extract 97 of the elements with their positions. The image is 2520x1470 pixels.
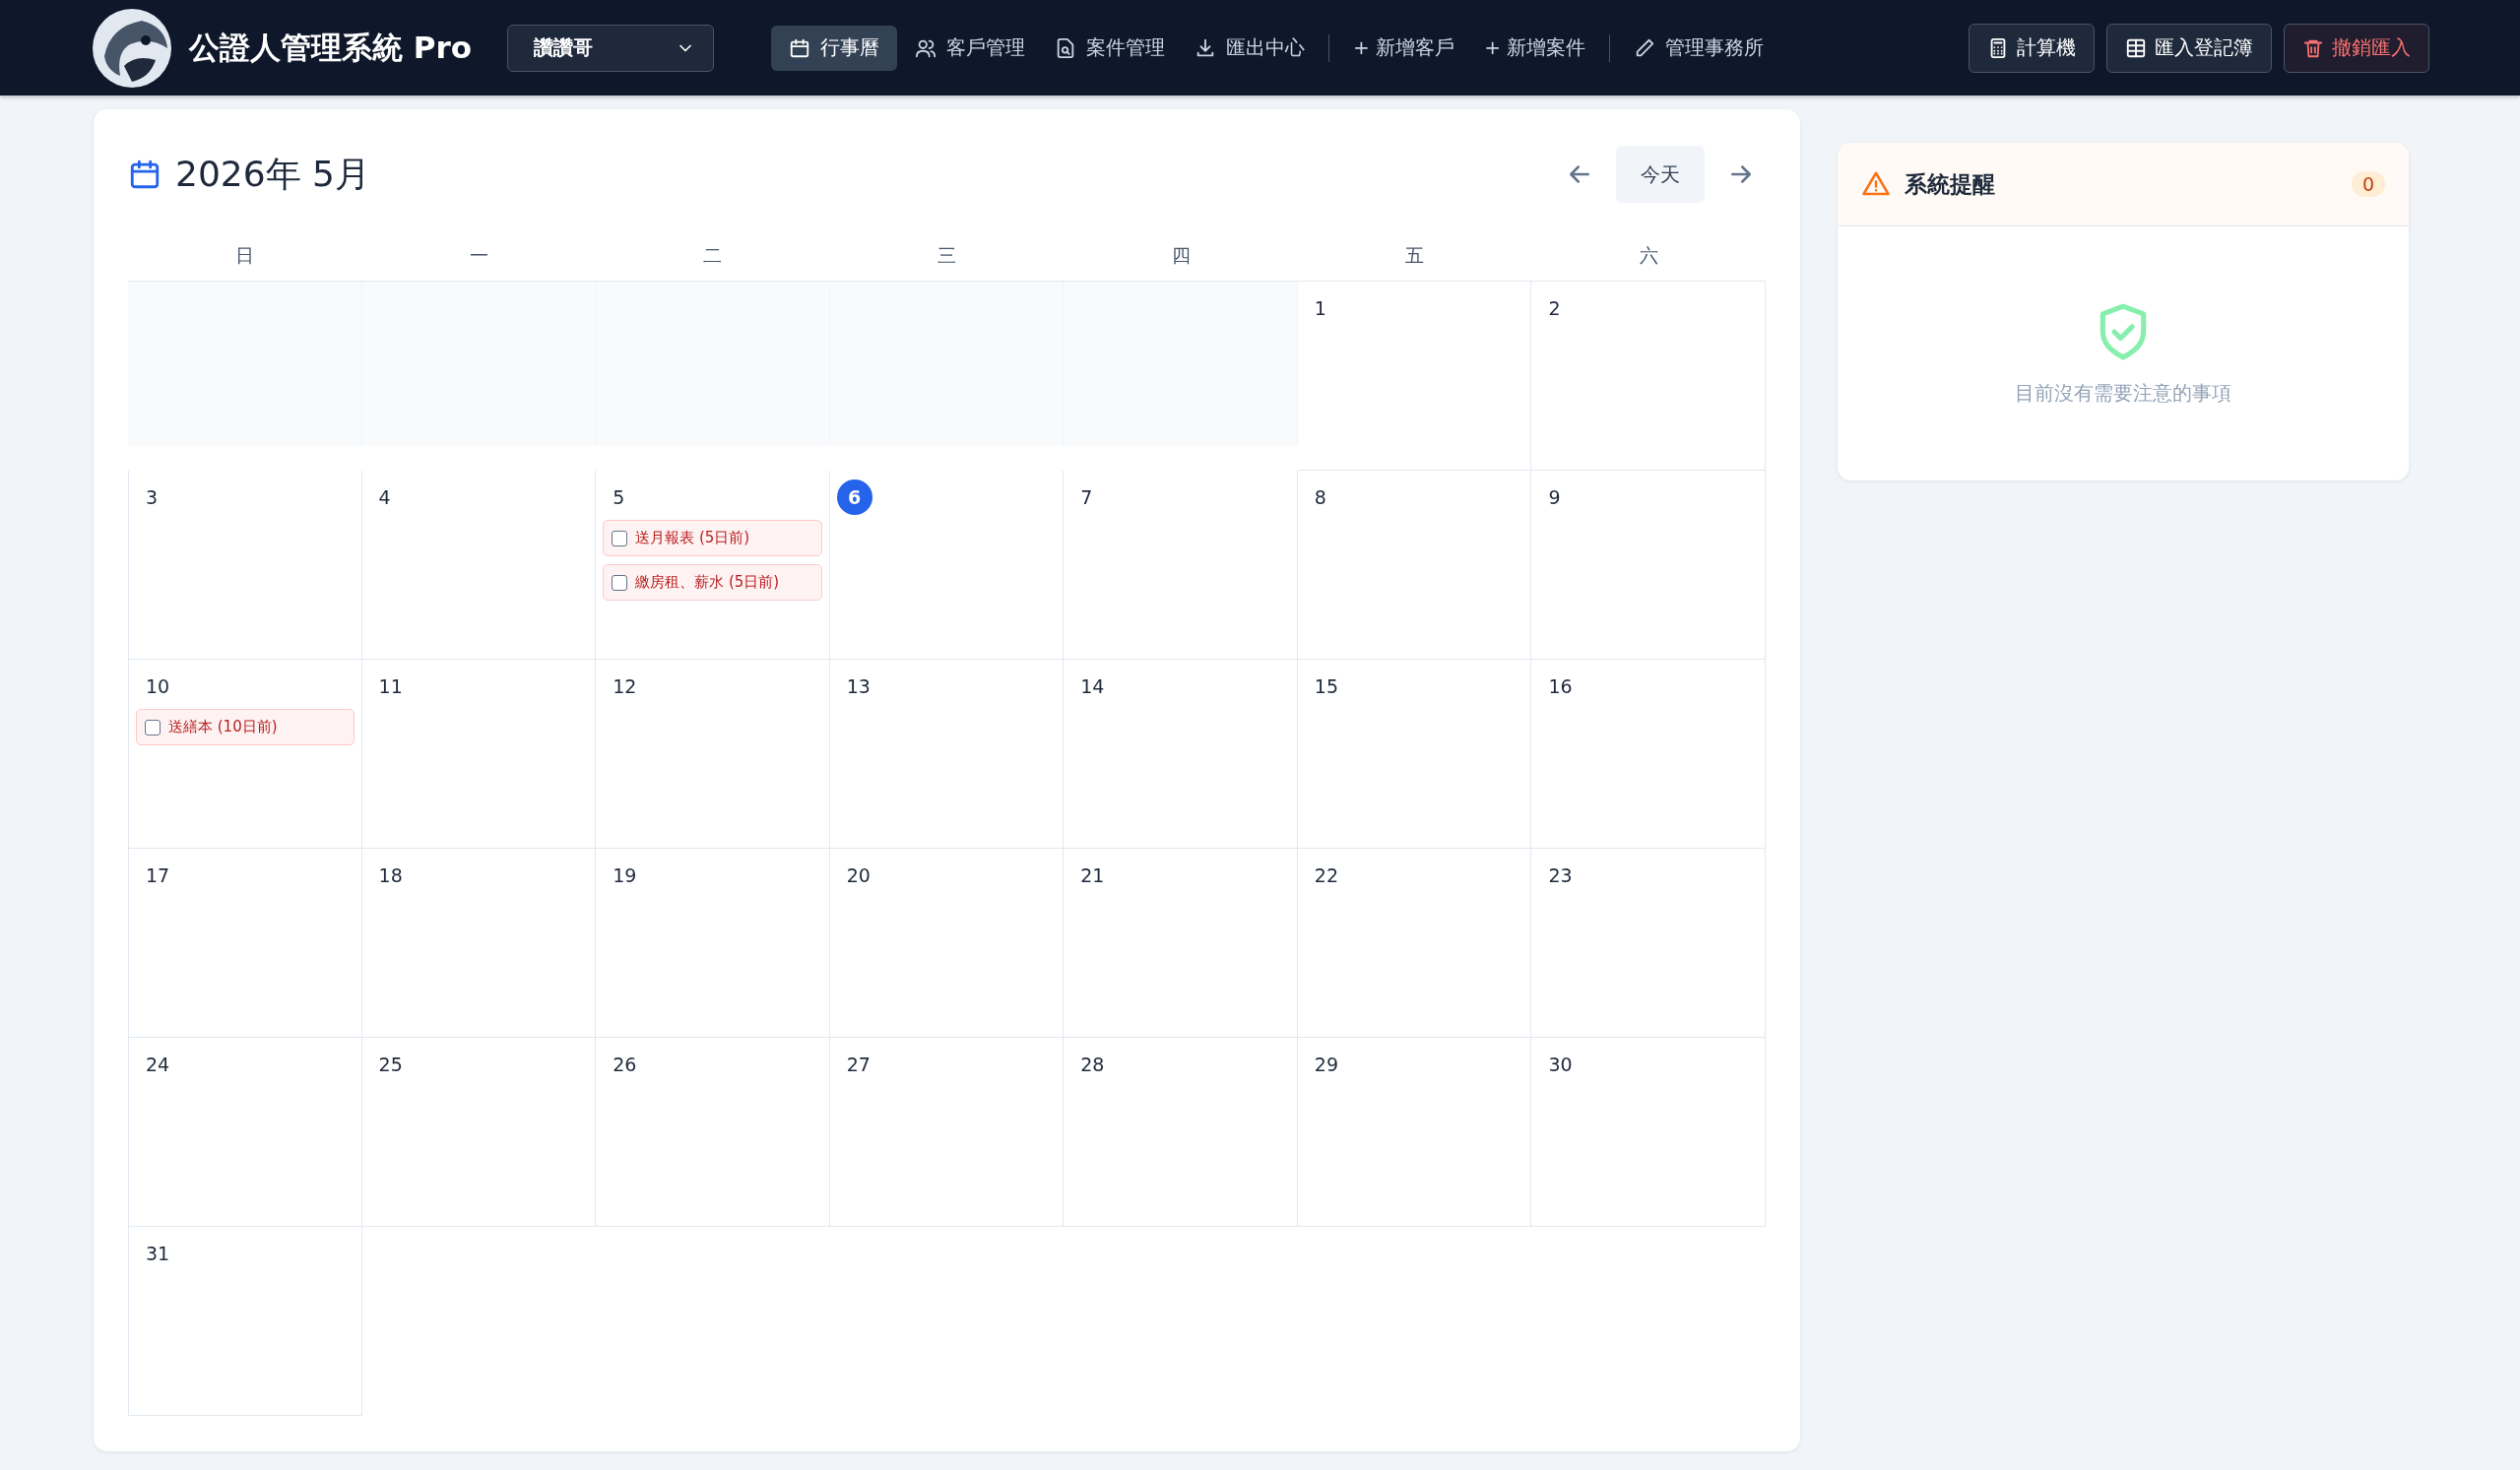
day-number: 25 (377, 1053, 403, 1077)
day-cell[interactable]: 12 (596, 660, 830, 849)
day-cell[interactable]: 28 (1064, 1038, 1298, 1227)
day-number: 13 (845, 674, 871, 699)
nav-link[interactable]: 匯出中心 (1183, 25, 1318, 71)
day-cell[interactable]: 30 (1531, 1038, 1766, 1227)
nav-link[interactable]: 行事曆 (771, 25, 898, 71)
nav-link[interactable]: + 新增案件 (1472, 25, 1598, 71)
nav-link[interactable]: 管理事務所 (1622, 25, 1777, 71)
day-cell[interactable]: 15 (1297, 660, 1532, 849)
day-cell[interactable]: 7 (1064, 471, 1298, 660)
day-cell[interactable]: 13 (829, 660, 1065, 849)
weekday-label: 一 (468, 243, 489, 268)
day-number: 18 (377, 863, 403, 888)
toolbar-button[interactable]: 匯入登記簿 (2106, 23, 2272, 73)
day-number: 29 (1313, 1053, 1339, 1077)
day-number: 2 (1547, 296, 1561, 321)
day-cell[interactable]: 31 (128, 1227, 362, 1416)
count-badge: 0 (2351, 171, 2385, 197)
day-cell[interactable]: 22 (1297, 849, 1532, 1038)
day-number: 31 (145, 1242, 170, 1266)
toolbar-button[interactable]: 撤銷匯入 (2284, 23, 2429, 73)
nav-link[interactable]: + 新增客戶 (1341, 25, 1467, 71)
checkbox[interactable] (612, 530, 628, 546)
day-number: 12 (612, 674, 637, 699)
toolbar-button[interactable]: 計算機 (1969, 23, 2095, 73)
day-number: 24 (145, 1053, 170, 1077)
day-cell[interactable]: 1 (1297, 282, 1532, 471)
day-number: 7 (1079, 485, 1093, 510)
today-button[interactable]: 今天 (1616, 146, 1705, 203)
day-number: 23 (1547, 863, 1573, 888)
weekday-label: 五 (1404, 243, 1426, 268)
day-number: 16 (1547, 674, 1573, 699)
day-cell[interactable]: 11 (361, 660, 597, 849)
panel-title: 系統提醒 (1905, 169, 1995, 199)
day-number: 9 (1547, 485, 1561, 510)
day-cell[interactable]: 26 (596, 1038, 830, 1227)
event-chip[interactable]: 繳房租、薪水 (5日前) (603, 564, 822, 601)
day-number: 20 (845, 863, 871, 888)
day-number: 4 (377, 485, 391, 510)
nav-link[interactable]: 案件管理 (1043, 25, 1178, 71)
day-cell[interactable]: 4 (361, 471, 597, 660)
month-title: 2026年 5月 (175, 152, 370, 196)
day-cell[interactable]: 21 (1064, 849, 1298, 1038)
day-cell[interactable]: 9 (1531, 471, 1766, 660)
table-icon (2125, 36, 2147, 59)
day-number: 3 (145, 485, 159, 510)
app-title: 公證人管理系統 Pro (189, 28, 473, 67)
weekday-label: 日 (234, 243, 256, 268)
weekday-label: 三 (937, 243, 957, 268)
day-cell[interactable]: 5 送月報表 (5日前) 繳房租、薪水 (5日前) (596, 471, 830, 660)
day-cell[interactable]: 3 (128, 471, 362, 660)
day-number: 10 (145, 674, 170, 699)
day-cell[interactable]: 24 (128, 1038, 362, 1227)
day-number: 30 (1547, 1053, 1573, 1077)
checkbox[interactable] (145, 719, 161, 735)
logo-icon (91, 6, 173, 90)
day-cell[interactable]: 10 送繕本 (10日前) (128, 660, 362, 849)
day-number: 17 (145, 863, 170, 888)
day-number: 14 (1079, 674, 1105, 699)
day-cell[interactable]: 14 (1064, 660, 1298, 849)
day-cell[interactable]: 17 (128, 849, 362, 1038)
event-chip[interactable]: 送月報表 (5日前) (603, 520, 822, 556)
day-number: 19 (612, 863, 637, 888)
day-number: 1 (1313, 296, 1326, 321)
day-cell[interactable]: 8 (1297, 471, 1532, 660)
day-number: 26 (612, 1053, 637, 1077)
day-cell[interactable]: 19 (596, 849, 830, 1038)
day-cell[interactable]: 2 (1531, 282, 1766, 471)
day-number: 27 (845, 1053, 871, 1077)
nav-link[interactable]: 客戶管理 (903, 25, 1038, 71)
day-number: 15 (1313, 674, 1339, 699)
office-select[interactable]: 讚讚哥 (507, 24, 715, 72)
calendar-icon (789, 36, 811, 59)
day-number: 8 (1313, 485, 1326, 510)
day-cell[interactable]: 27 (829, 1038, 1065, 1227)
day-cell[interactable]: 20 (829, 849, 1065, 1038)
calendar-icon (128, 158, 162, 191)
day-cell[interactable]: 18 (361, 849, 597, 1038)
day-number: 11 (377, 674, 403, 699)
day-cell[interactable]: 23 (1531, 849, 1766, 1038)
weekday-label: 四 (1170, 243, 1192, 268)
checkbox[interactable] (612, 574, 628, 591)
day-cell[interactable]: 29 (1297, 1038, 1532, 1227)
day-cell[interactable]: 25 (361, 1038, 597, 1227)
event-chip[interactable]: 送繕本 (10日前) (136, 709, 355, 745)
day-number: 22 (1313, 863, 1339, 888)
day-number: 5 (612, 485, 625, 510)
day-number: 6 (836, 479, 872, 515)
weekday-label: 二 (702, 243, 724, 268)
day-cell[interactable]: 6 (829, 471, 1065, 660)
weekday-label: 六 (1638, 243, 1659, 268)
day-cell[interactable]: 16 (1531, 660, 1766, 849)
empty-message: 目前沒有需要注意的事項 (2015, 379, 2231, 407)
day-number: 21 (1079, 863, 1105, 888)
day-number: 28 (1079, 1053, 1105, 1077)
pencil-icon (1634, 36, 1656, 59)
